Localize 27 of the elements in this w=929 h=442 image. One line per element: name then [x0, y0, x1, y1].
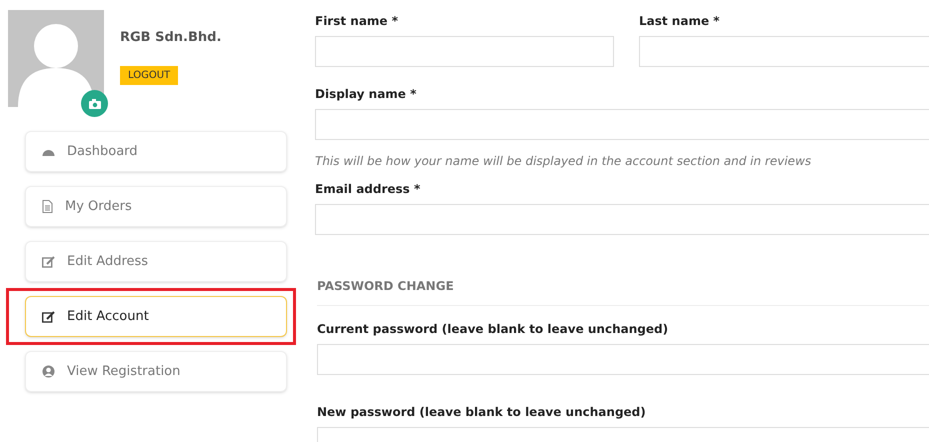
camera-button[interactable] [81, 90, 108, 117]
field-label: Last name * [639, 13, 721, 30]
document-icon [42, 200, 53, 213]
logout-button[interactable]: LOGOUT [120, 66, 178, 84]
input-field[interactable] [317, 344, 929, 375]
nav-item[interactable]: Edit Address [25, 241, 287, 282]
input-field[interactable] [315, 204, 929, 235]
camera-icon [88, 98, 102, 110]
input-field[interactable] [315, 36, 614, 67]
nav-item[interactable]: Edit Account [25, 296, 287, 337]
edit-icon [42, 256, 55, 268]
company-name: RGB Sdn.Bhd. [120, 29, 222, 47]
field-label: New password (leave blank to leave unchanged) [317, 404, 647, 421]
nav-item[interactable]: Dashboard [25, 131, 287, 172]
edit-icon [42, 310, 55, 322]
nav-item[interactable]: View Registration [25, 351, 287, 392]
nav-item[interactable]: My Orders [25, 186, 287, 227]
field-label: First name * [315, 13, 400, 30]
input-field[interactable] [639, 36, 929, 67]
field-label: Email address * [315, 181, 422, 198]
field-label: Display name * [315, 86, 418, 103]
field-label: Current password (leave blank to leave unchanged) [317, 321, 670, 338]
input-field[interactable] [315, 109, 929, 140]
hint-text: This will be how your name will be displayed in the account section and in reviews [315, 153, 812, 170]
avatar-placeholder-icon [8, 10, 104, 107]
section-heading: PASSWORD CHANGE [317, 277, 929, 306]
user-icon [42, 365, 55, 378]
